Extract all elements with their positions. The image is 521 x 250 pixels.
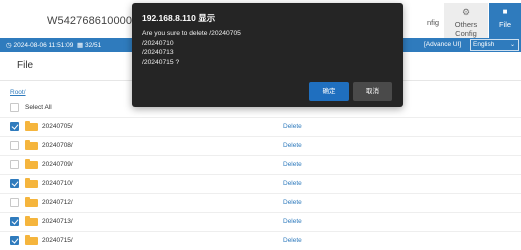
tab-others-config[interactable]: ⚙ Others Config (444, 3, 488, 38)
dialog-message: Are you sure to delete /20240705 /202407… (142, 29, 241, 67)
table-row: 20240710/ Delete (0, 174, 521, 194)
delete-link[interactable]: Delete (283, 161, 302, 168)
delete-link[interactable]: Delete (283, 237, 302, 244)
folder-icon (25, 178, 38, 188)
clock-icon: ◷ (6, 42, 12, 49)
page-title: File (17, 60, 34, 71)
status-datetime: ◷ 2024-08-06 11:51:09 (6, 41, 73, 49)
dialog-message-line: /20240713 (142, 49, 174, 57)
language-value: English (473, 41, 495, 48)
file-name[interactable]: 20240705/ (42, 123, 73, 130)
dialog-message-line: /20240710 (142, 39, 174, 47)
folder-icon (25, 159, 38, 169)
cancel-button[interactable]: 取消 (353, 82, 392, 101)
chip-icon: ▦ (77, 42, 84, 49)
chevron-down-icon: ⌄ (509, 42, 515, 48)
delete-link[interactable]: Delete (283, 142, 302, 149)
folder-icon (25, 216, 38, 226)
row-checkbox[interactable] (10, 141, 19, 150)
datetime-text: 2024-08-06 11:51:09 (13, 42, 74, 49)
folder-icon (25, 197, 38, 207)
file-name[interactable]: 20240709/ (42, 161, 73, 168)
dialog-title: 192.168.8.110 显示 (142, 13, 216, 23)
table-row: 20240708/ Delete (0, 136, 521, 156)
advance-ui-link[interactable]: [Advance UI] (424, 41, 461, 48)
status-cpu: ▦ 32/51 (77, 41, 101, 49)
delete-link[interactable]: Delete (283, 218, 302, 225)
row-checkbox[interactable] (10, 179, 19, 188)
select-all-label: Select All (25, 104, 52, 111)
table-row: 20240705/ Delete (0, 117, 521, 137)
table-row: 20240715/ Delete (0, 231, 521, 250)
tab-file[interactable]: ■ File (489, 3, 521, 38)
tab-others-config-label: Others Config (454, 20, 478, 38)
file-name[interactable]: 20240712/ (42, 199, 73, 206)
ok-button[interactable]: 确定 (309, 82, 349, 101)
gear-icon: ⚙ (461, 7, 471, 17)
delete-link[interactable]: Delete (283, 199, 302, 206)
select-all-checkbox[interactable] (10, 103, 19, 112)
device-id: W54276861000018 (47, 15, 145, 27)
breadcrumb[interactable]: Root/ (10, 89, 26, 96)
table-row: 20240712/ Delete (0, 193, 521, 213)
file-name[interactable]: 20240713/ (42, 218, 73, 225)
table-row: 20240709/ Delete (0, 155, 521, 175)
file-name[interactable]: 20240715/ (42, 237, 73, 244)
folder-icon (25, 121, 38, 131)
tab-file-label: File (498, 20, 512, 29)
row-checkbox[interactable] (10, 198, 19, 207)
file-name[interactable]: 20240708/ (42, 142, 73, 149)
table-row: 20240713/ Delete (0, 212, 521, 232)
cpu-text: 32/51 (84, 42, 102, 49)
delete-link[interactable]: Delete (283, 123, 302, 130)
tab-config-label: nfig (426, 18, 440, 27)
delete-link[interactable]: Delete (283, 180, 302, 187)
confirm-dialog: 192.168.8.110 显示 Are you sure to delete … (132, 3, 403, 107)
folder-icon: ■ (502, 7, 508, 16)
language-select[interactable]: English ⌄ (470, 39, 519, 51)
row-checkbox[interactable] (10, 236, 19, 245)
row-checkbox[interactable] (10, 160, 19, 169)
dialog-message-line: /20240715 ? (142, 58, 180, 66)
row-checkbox[interactable] (10, 217, 19, 226)
tab-config[interactable]: nfig (423, 18, 443, 30)
folder-icon (25, 140, 38, 150)
folder-icon (25, 235, 38, 245)
row-checkbox[interactable] (10, 122, 19, 131)
file-name[interactable]: 20240710/ (42, 180, 73, 187)
dialog-message-line: Are you sure to delete /20240705 (142, 30, 241, 37)
